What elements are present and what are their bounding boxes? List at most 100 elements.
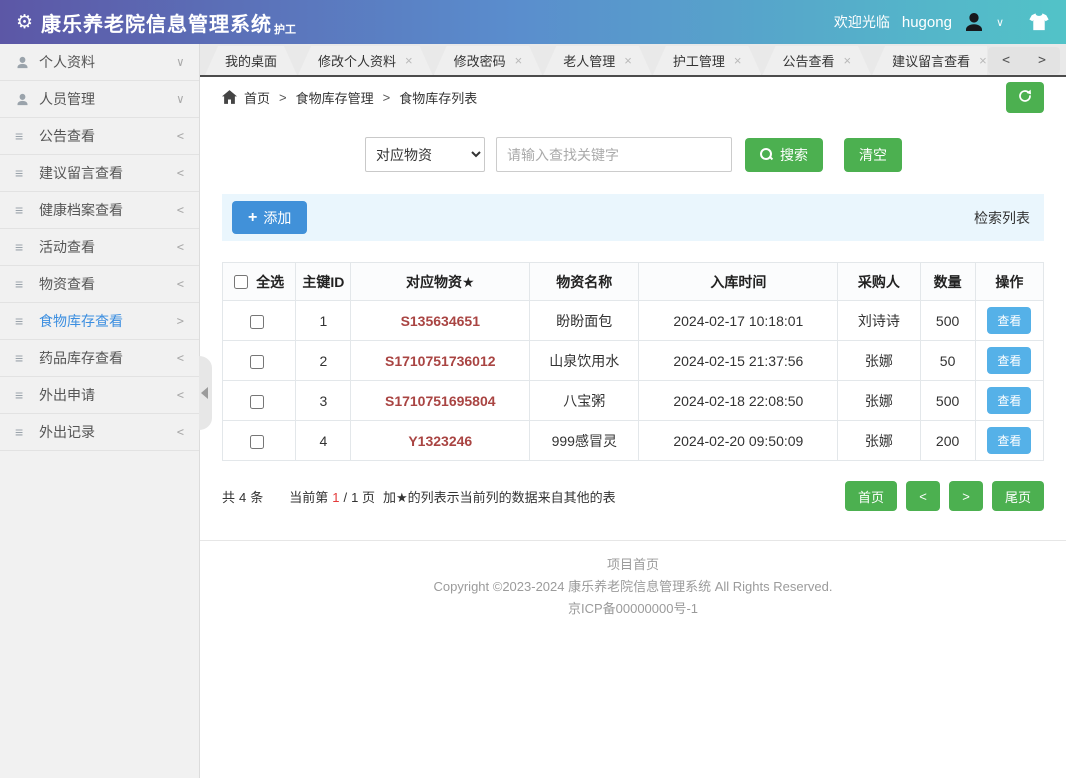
first-page-button[interactable]: 首页 — [844, 481, 897, 511]
row-checkbox[interactable] — [250, 434, 265, 449]
tab-label: 建议留言查看 — [892, 54, 971, 69]
chevron-left-icon: < — [176, 129, 184, 143]
cell-code: S1710751736012 — [350, 340, 531, 381]
close-icon[interactable]: × — [979, 54, 987, 67]
list-icon: ≡ — [15, 165, 24, 181]
sidebar-item-health-records[interactable]: ≡ 健康档案查看 < — [0, 192, 199, 229]
sidebar-item-personnel[interactable]: 人员管理 ∨ — [0, 81, 199, 118]
prev-page-button[interactable]: < — [905, 481, 940, 511]
add-button-label: 添加 — [263, 209, 292, 226]
search-button-label: 搜索 — [780, 146, 808, 163]
sidebar-item-label: 外出申请 — [39, 387, 95, 403]
tab-scroll-right-button[interactable]: > — [1038, 53, 1046, 68]
breadcrumb-section[interactable]: 食物库存管理 — [296, 88, 374, 107]
tab-scroll-left-button[interactable]: < — [1002, 53, 1010, 68]
tab-label: 护工管理 — [672, 54, 725, 69]
footer-copyright: Copyright ©2023-2024 康乐养老院信息管理系统 All Rig… — [433, 579, 833, 594]
tab-caregiver-management[interactable]: 护工管理 × — [653, 46, 762, 75]
column-header-time: 入库时间 — [638, 262, 839, 301]
shirt-icon[interactable] — [1028, 12, 1050, 32]
close-icon[interactable]: × — [734, 54, 742, 67]
breadcrumb-page: 食物库存列表 — [399, 90, 478, 106]
sidebar-item-outing-application[interactable]: ≡ 外出申请 < — [0, 377, 199, 414]
close-icon[interactable]: × — [405, 54, 413, 67]
row-checkbox[interactable] — [250, 314, 265, 329]
cell-qty: 500 — [919, 380, 976, 421]
last-page-button[interactable]: 尾页 — [991, 481, 1044, 511]
page-separator: / — [343, 489, 348, 505]
tab-change-password[interactable]: 修改密码 × — [434, 46, 543, 75]
close-icon[interactable]: × — [843, 54, 851, 67]
cell-buyer: 刘诗诗 — [837, 300, 921, 341]
chevron-left-icon: < — [176, 351, 184, 365]
view-button[interactable]: 查看 — [987, 347, 1032, 374]
user-icon — [15, 92, 39, 107]
tabs-scroller: 我的桌面 修改个人资料 × 修改密码 × 老人管理 × 护工管理 × 公告查看 … — [205, 46, 987, 75]
next-page-button[interactable]: > — [948, 481, 983, 511]
tab-suggestions[interactable]: 建议留言查看 × — [872, 46, 987, 75]
cell-code: S135634651 — [350, 300, 531, 341]
sidebar-item-food-inventory[interactable]: ≡ 食物库存查看 > — [0, 303, 199, 340]
column-header-name: 物资名称 — [529, 262, 640, 301]
select-all-checkbox[interactable] — [234, 274, 249, 289]
cell-qty: 50 — [919, 340, 976, 381]
list-icon: ≡ — [15, 387, 24, 403]
app-title: 康乐养老院信息管理系统 — [41, 13, 273, 36]
sidebar-item-supplies[interactable]: ≡ 物资查看 < — [0, 266, 199, 303]
tab-scroll-controls: < > — [988, 47, 1060, 74]
sidebar-item-profile[interactable]: 个人资料 ∨ — [0, 44, 199, 81]
sidebar-item-label: 活动查看 — [39, 239, 95, 255]
filter-select[interactable]: 对应物资 — [365, 137, 485, 172]
search-input[interactable] — [496, 137, 732, 172]
chevron-down-icon: ∨ — [176, 92, 184, 106]
cell-time: 2024-02-15 21:37:56 — [638, 340, 839, 381]
tab-label: 老人管理 — [563, 54, 616, 69]
row-checkbox[interactable] — [250, 394, 265, 409]
breadcrumb: 首页 > 食物库存管理 > 食物库存列表 — [200, 77, 1066, 117]
clear-button[interactable]: 清空 — [844, 137, 902, 172]
cell-id: 3 — [295, 380, 352, 421]
cell-code: S1710751695804 — [350, 380, 531, 421]
cell-qty: 500 — [919, 300, 976, 341]
tab-my-desktop[interactable]: 我的桌面 — [205, 46, 297, 75]
tab-announcements[interactable]: 公告查看 × — [762, 46, 871, 75]
row-checkbox[interactable] — [250, 354, 265, 369]
view-button[interactable]: 查看 — [987, 427, 1032, 454]
cell-buyer: 张娜 — [837, 380, 921, 421]
close-icon[interactable]: × — [624, 54, 632, 67]
collapse-arrow-icon — [201, 387, 208, 399]
cell-buyer: 张娜 — [837, 340, 921, 381]
refresh-button[interactable] — [1006, 81, 1044, 113]
sidebar-item-activities[interactable]: ≡ 活动查看 < — [0, 229, 199, 266]
tab-elder-management[interactable]: 老人管理 × — [543, 46, 652, 75]
search-button[interactable]: 搜索 — [745, 137, 823, 172]
list-icon: ≡ — [15, 350, 24, 366]
total-pages: 1 — [351, 489, 359, 505]
view-button[interactable]: 查看 — [987, 387, 1032, 414]
main-layout: 个人资料 ∨ 人员管理 ∨ ≡ 公告查看 < ≡ 建议留言查看 < ≡ 健康档案… — [0, 44, 1066, 778]
tab-strip: 我的桌面 修改个人资料 × 修改密码 × 老人管理 × 护工管理 × 公告查看 … — [200, 44, 1066, 77]
add-button[interactable]: + 添加 — [232, 201, 308, 234]
sidebar-item-outing-records[interactable]: ≡ 外出记录 < — [0, 414, 199, 451]
sidebar-item-medicine-inventory[interactable]: ≡ 药品库存查看 < — [0, 340, 199, 377]
table-row: 1 S135634651 盼盼面包 2024-02-17 10:18:01 刘诗… — [221, 300, 1045, 341]
column-header-qty: 数量 — [919, 262, 976, 301]
chevron-left-icon: < — [176, 166, 184, 180]
view-button[interactable]: 查看 — [987, 307, 1032, 334]
welcome-text: 欢迎光临 — [833, 14, 890, 30]
sidebar-collapse-handle[interactable] — [199, 356, 212, 430]
breadcrumb-home[interactable]: 首页 — [244, 88, 270, 107]
sidebar-item-suggestions[interactable]: ≡ 建议留言查看 < — [0, 155, 199, 192]
close-icon[interactable]: × — [515, 54, 523, 67]
cell-name: 八宝粥 — [529, 380, 640, 421]
user-avatar-icon[interactable] — [962, 10, 986, 34]
sidebar-item-announcements[interactable]: ≡ 公告查看 < — [0, 118, 199, 155]
table-row: 3 S1710751695804 八宝粥 2024-02-18 22:08:50… — [221, 380, 1045, 421]
table-row: 4 Y1323246 999感冒灵 2024-02-20 09:50:09 张娜… — [221, 420, 1045, 461]
footer-project-link[interactable]: 项目首页 — [200, 554, 1066, 576]
cell-id: 1 — [295, 300, 352, 341]
header-right: 欢迎光临 hugong ∨ — [834, 10, 1050, 34]
chevron-down-icon[interactable]: ∨ — [996, 16, 1004, 29]
total-count: 4 — [239, 489, 247, 505]
tab-edit-profile[interactable]: 修改个人资料 × — [298, 46, 433, 75]
